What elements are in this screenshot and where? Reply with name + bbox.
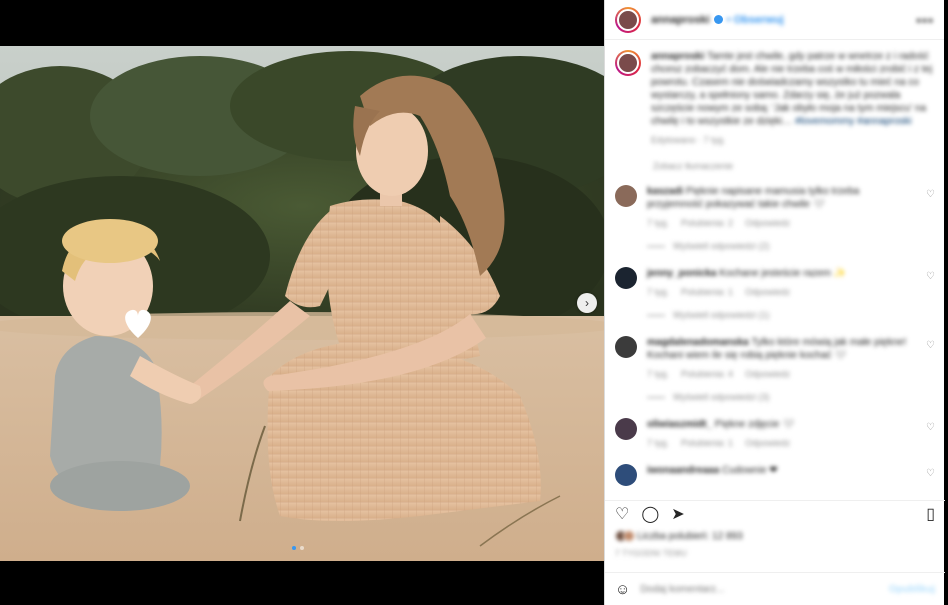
comment-item: iwonaandreaaa Cudownie ❤ ♡ (615, 464, 935, 486)
comment-text-block: iwonaandreaaa Cudownie ❤ (647, 464, 917, 486)
comment-meta-item[interactable]: Odpowiedz (745, 218, 790, 228)
carousel-dot-active (292, 546, 296, 550)
next-image-button[interactable]: › (577, 293, 597, 313)
comment-meta-item: Polubienia: 1 (681, 287, 734, 297)
comment-like-heart-icon[interactable]: ♡ (926, 271, 935, 282)
comment-meta-item[interactable]: Odpowiedz (745, 369, 790, 379)
comment-input[interactable] (640, 583, 879, 595)
likes-count-text: Liczba polubień: 12 893 (637, 530, 743, 542)
comment-meta-item: Polubienia: 1 (681, 438, 734, 448)
caption-username[interactable]: annaproski (651, 51, 704, 62)
bookmark-icon[interactable]: ▯ (926, 506, 935, 523)
comment-meta-item: Polubienia: 2 (681, 218, 734, 228)
caption-avatar[interactable] (615, 50, 641, 76)
comment-like-heart-icon[interactable]: ♡ (926, 340, 935, 351)
comment-meta: 7 tyg. Polubienia: 1 Odpowiedz (647, 437, 917, 450)
like-heart-icon[interactable]: ♡ (615, 506, 629, 523)
comment-username[interactable]: iwonaandreaaa (647, 465, 719, 476)
comment-avatar[interactable] (615, 185, 637, 207)
comment-icon[interactable]: ◯ (641, 506, 659, 523)
caption-hashtags[interactable]: #lovemommy #annaproski (795, 116, 912, 127)
comment-meta-item[interactable]: Odpowiedz (745, 287, 790, 297)
comment-like-heart-icon[interactable]: ♡ (926, 468, 935, 479)
comment-meta-item: 7 tyg. (647, 287, 670, 297)
add-comment-bar: ☺ Opublikuj (605, 572, 945, 605)
verified-badge-icon (713, 15, 723, 24)
view-replies-link[interactable]: Wyświetl odpowiedzi (3) (647, 391, 917, 404)
comment-like-heart-icon[interactable]: ♡ (926, 422, 935, 433)
comment-meta-item: 7 tyg. (647, 369, 670, 379)
comment-text-block: oliwiaszmidt_ Piękne zdjęcie 🤍 7 tyg. Polu… (647, 418, 917, 450)
comment-avatar[interactable] (615, 336, 637, 358)
comment-username[interactable]: magdalenadomanska (647, 337, 749, 348)
post-caption: annaproski Tamte jest chwile, gdy patrze… (615, 50, 935, 147)
photo-illustration (0, 46, 604, 561)
comment-like-heart-icon[interactable]: ♡ (926, 189, 935, 200)
see-translation-link[interactable]: Zobacz tłumaczenie (653, 161, 935, 171)
comment-meta-item: Polubienia: 4 (681, 369, 734, 379)
comment-container: kaszadi Pięknie napisane mamusia tylko t… (615, 185, 935, 486)
chevron-right-icon: › (585, 296, 589, 310)
comment-meta: 7 tyg. Polubienia: 4 Odpowiedz (647, 368, 917, 381)
action-bar: ♡ ◯ ➤ ▯ (605, 500, 945, 528)
comment-meta-item: 7 tyg. (647, 438, 670, 448)
comment-text-block: kaszadi Pięknie napisane mamusia tylko t… (647, 185, 917, 253)
comment-item: magdalenadomanska Tylko które mówią jak … (615, 336, 935, 404)
author-avatar[interactable] (615, 6, 641, 33)
follow-button[interactable]: • Obserwuj (727, 14, 784, 26)
comment-username[interactable]: jenny_ponicka (647, 268, 716, 279)
share-icon[interactable]: ➤ (671, 506, 684, 523)
comment-text-block: magdalenadomanska Tylko które mówią jak … (647, 336, 917, 404)
post-date: 7 TYGODNI TEMU (615, 549, 687, 558)
comment-meta-item[interactable]: Odpowiedz (745, 438, 790, 448)
comment-item: oliwiaszmidt_ Piękne zdjęcie 🤍 7 tyg. Polu… (615, 418, 935, 450)
comment-avatar[interactable] (615, 418, 637, 440)
likes-summary[interactable]: Liczba polubień: 12 893 (615, 530, 743, 542)
post-header: annaproski • Obserwuj ••• (605, 0, 944, 40)
comment-text: Piękne zdjęcie 🤍 (714, 419, 795, 430)
post-side-panel: annaproski • Obserwuj ••• annaproski Tam… (604, 0, 945, 605)
liker-avatar (623, 530, 635, 542)
comment-meta: 7 tyg. Polubienia: 2 Odpowiedz (647, 217, 917, 230)
caption-meta: Edytowano · 7 tyg. (651, 135, 726, 145)
comment-text: Cudownie ❤ (722, 465, 778, 476)
comment-avatar[interactable] (615, 464, 637, 486)
comment-item: jenny_ponicka Kochane jesteście razem ✨ 7… (615, 267, 935, 322)
comment-meta-item: 7 tyg. (647, 218, 670, 228)
view-replies-link[interactable]: Wyświetl odpowiedzi (2) (647, 240, 917, 253)
comment-username[interactable]: kaszadi (647, 186, 683, 197)
comments-list[interactable]: annaproski Tamte jest chwile, gdy patrze… (605, 40, 945, 495)
caption-body: annaproski Tamte jest chwile, gdy patrze… (651, 50, 935, 147)
comment-text: Kochane jesteście razem ✨ (719, 268, 847, 279)
liker-avatars (615, 530, 635, 542)
image-pane: › (0, 0, 604, 605)
comment-avatar[interactable] (615, 267, 637, 289)
view-replies-link[interactable]: Wyświetl odpowiedzi (1) (647, 309, 917, 322)
comment-item: kaszadi Pięknie napisane mamusia tylko t… (615, 185, 935, 253)
post-photo[interactable] (0, 46, 604, 561)
emoji-icon[interactable]: ☺ (615, 581, 630, 598)
comment-meta: 7 tyg. Polubienia: 1 Odpowiedz (647, 286, 917, 299)
author-username[interactable]: annaproski (651, 14, 710, 26)
carousel-dot (300, 546, 304, 550)
comment-username[interactable]: oliwiaszmidt_ (647, 419, 712, 430)
instagram-post-window: › annaproski • Obserwuj ••• annaproski T… (0, 0, 948, 605)
more-options-icon[interactable]: ••• (916, 12, 934, 28)
carousel-indicator (292, 546, 304, 550)
publish-comment-button[interactable]: Opublikuj (889, 584, 935, 595)
comment-text-block: jenny_ponicka Kochane jesteście razem ✨ 7… (647, 267, 917, 322)
